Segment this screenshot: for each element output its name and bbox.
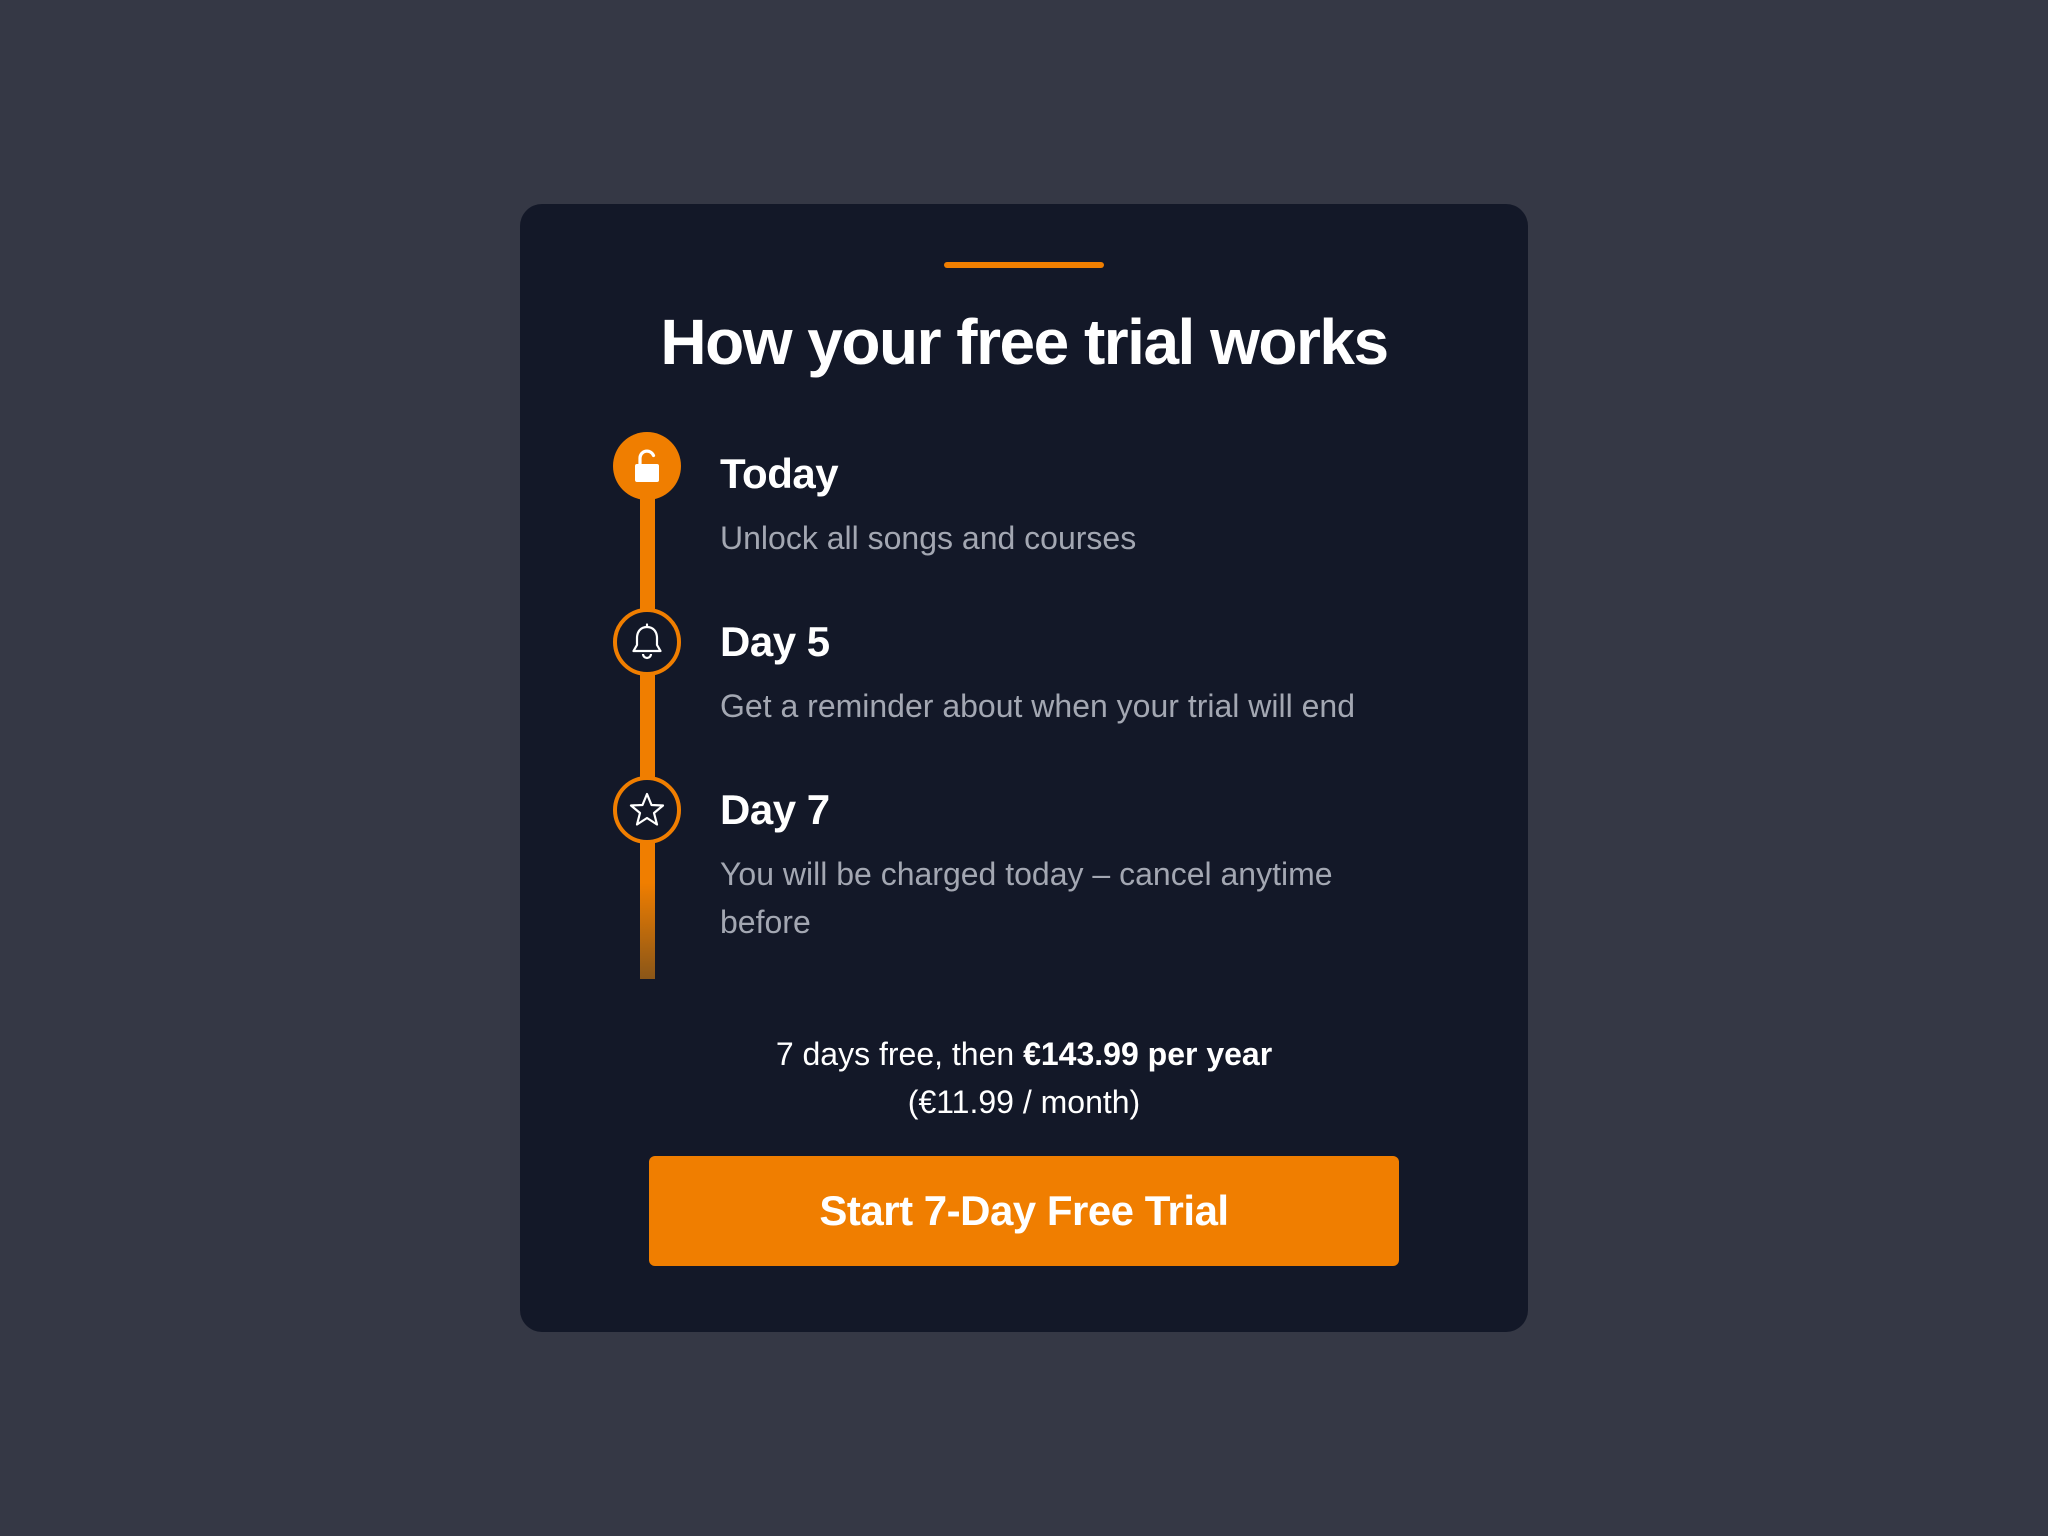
pricing-line: 7 days free, then €143.99 per year [520,1030,1528,1078]
step-title-today: Today [720,450,839,497]
step-description-day-7: You will be charged today – cancel anyti… [720,856,1333,940]
step-description-today: Unlock all songs and courses [720,520,1137,556]
timeline-line [640,444,655,979]
accent-divider [944,262,1104,268]
start-trial-button[interactable]: Start 7-Day Free Trial [649,1156,1399,1266]
pricing-monthly: (€11.99 / month) [907,1084,1141,1120]
step-description-day-5: Get a reminder about when your trial wil… [720,688,1355,724]
star-icon [613,776,681,844]
page-title: How your free trial works [660,306,1389,378]
bell-icon [613,608,681,676]
unlock-icon [613,432,681,500]
step-title-day-7: Day 7 [720,786,830,833]
pricing-prefix: 7 days free, then [775,1036,1024,1072]
pricing-info: 7 days free, then €143.99 per year (€11.… [520,1030,1528,1126]
pricing-annual-price: €143.99 per year [1023,1036,1273,1072]
step-title-day-5: Day 5 [720,618,830,665]
trial-card: How your free trial works Today Unlock a… [520,204,1528,1332]
